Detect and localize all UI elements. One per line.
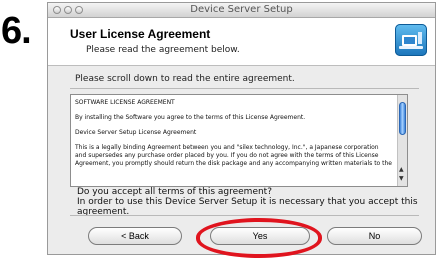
divider	[70, 88, 419, 89]
window-title: Device Server Setup	[190, 4, 293, 15]
scroll-up-arrow-icon[interactable]: ▲	[399, 167, 404, 173]
accept-requirement-line: In order to use this Device Server Setup…	[77, 197, 418, 217]
license-line: and supersedes any purchase order placed…	[75, 152, 379, 159]
scroll-thumb[interactable]	[399, 102, 406, 135]
license-line: SOFTWARE LICENSE AGREEMENT	[75, 99, 175, 106]
license-line: Agreement, you promptly should return th…	[75, 160, 392, 167]
back-button[interactable]: < Back	[88, 227, 182, 245]
page-subtitle: Please read the agreement below.	[86, 45, 240, 55]
page-header: User License Agreement Please read the a…	[48, 18, 435, 66]
installer-app-icon	[395, 24, 427, 56]
setup-window: Device Server Setup User License Agreeme…	[47, 2, 436, 255]
highlight-circle	[196, 218, 322, 258]
divider	[70, 215, 419, 216]
scroll-instructions: Please scroll down to read the entire ag…	[75, 74, 295, 84]
title-bar[interactable]: Device Server Setup	[48, 3, 435, 18]
license-line: By installing the Software you agree to …	[75, 114, 306, 121]
page-title: User License Agreement	[70, 27, 211, 41]
license-line: Device Server Setup License Agreement	[75, 129, 197, 136]
accept-question-line: Do you accept all terms of this agreemen…	[77, 187, 272, 197]
no-button[interactable]: No	[327, 227, 422, 245]
scroll-down-arrow-icon[interactable]: ▼	[399, 176, 404, 182]
license-text: SOFTWARE LICENSE AGREEMENT By installing…	[75, 99, 393, 168]
license-line: This is a legally binding Agreement betw…	[75, 144, 379, 151]
step-number: 6.	[1, 10, 32, 52]
license-scrollbar[interactable]: ▲ ▼	[397, 95, 407, 186]
accept-question: Do you accept all terms of this agreemen…	[77, 187, 435, 217]
license-text-area[interactable]: SOFTWARE LICENSE AGREEMENT By installing…	[70, 94, 408, 187]
